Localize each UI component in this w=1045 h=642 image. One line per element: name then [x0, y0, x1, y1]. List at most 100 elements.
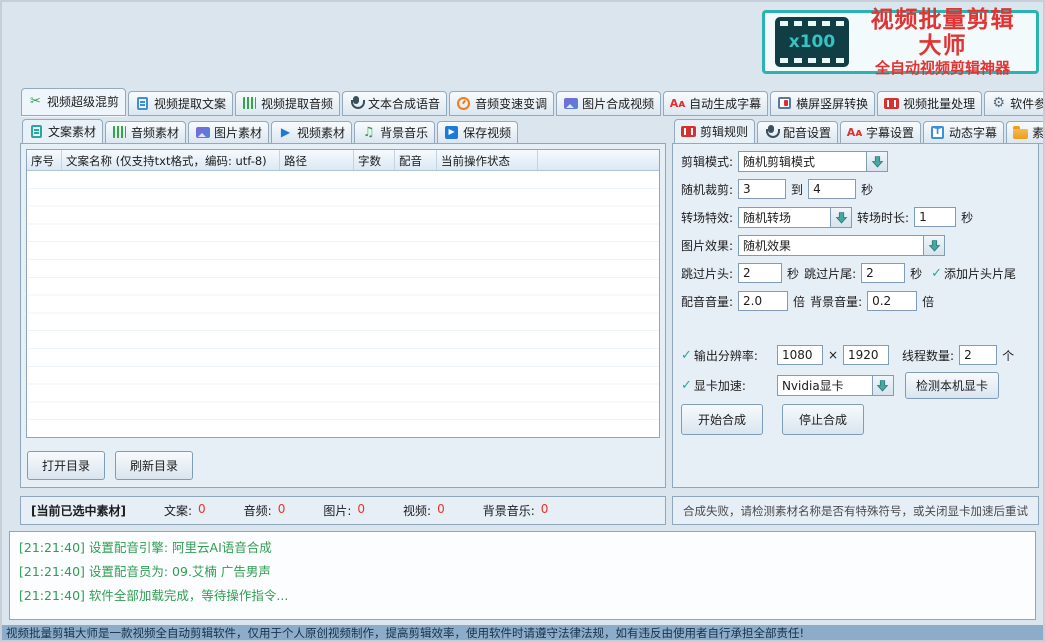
tab-video-super-mix[interactable]: ✂ 视频超级混剪: [21, 88, 126, 116]
resolution-label: 输出分辨率:: [694, 347, 758, 364]
filmstrip-x100-icon: x100: [775, 17, 849, 67]
subtab-label: 动态字幕: [949, 124, 997, 141]
tab-label: 音频变速变调: [475, 95, 547, 112]
tab-text-to-speech[interactable]: 文本合成语音: [342, 91, 447, 116]
chevron-down-icon[interactable]: [830, 207, 852, 228]
subtab-background-music[interactable]: ♫ 背景音乐: [354, 121, 435, 144]
tab-image-to-video[interactable]: 图片合成视频: [556, 91, 661, 116]
app-logo: x100 视频批量剪辑大师 全自动视频剪辑神器: [762, 10, 1039, 74]
settings-panel: 剪辑规则 配音设置 Aᴀ 字幕设置 T 动态字幕 素材目录 剪辑模式: 随机剪辑…: [672, 119, 1039, 488]
transition-duration-input[interactable]: [914, 207, 956, 227]
count-value: 0: [198, 502, 206, 519]
tab-video-extract-text[interactable]: 视频提取文案: [128, 91, 233, 116]
log-line: [21:21:40] 设置配音引擎: 阿里云AI语音合成: [19, 536, 1026, 560]
detect-gpu-button[interactable]: 检测本机显卡: [905, 372, 999, 399]
random-cut-from-input[interactable]: [738, 179, 786, 199]
app-subtitle: 全自动视频剪辑神器: [859, 60, 1026, 77]
play-icon: ▶: [278, 125, 293, 139]
add-headtail-checkbox[interactable]: ✓ 添加片头片尾: [931, 265, 1016, 282]
gpu-accel-checkbox[interactable]: ✓ 显卡加速:: [681, 377, 746, 394]
skip-head-input[interactable]: [738, 263, 782, 283]
subtab-audio-material[interactable]: 音频素材: [105, 121, 186, 144]
count-value: 0: [541, 502, 549, 519]
tab-software-settings[interactable]: ⚙ 软件参数设置: [984, 91, 1045, 116]
tab-auto-subtitle[interactable]: Aᴀ 自动生成字幕: [663, 91, 768, 116]
chevron-down-icon[interactable]: [923, 235, 945, 256]
skip-tail-label: 跳过片尾:: [804, 265, 856, 282]
transition-select[interactable]: 随机转场: [738, 207, 852, 228]
resolution-checkbox[interactable]: ✓ 输出分辨率:: [681, 347, 758, 364]
subtab-label: 字幕设置: [866, 124, 914, 141]
col-header-name[interactable]: 文案名称 (仅支持txt格式，编码: utf-8): [62, 150, 280, 170]
resolution-x: ×: [828, 348, 838, 362]
log-output[interactable]: [21:21:40] 设置配音引擎: 阿里云AI语音合成 [21:21:40] …: [9, 531, 1036, 620]
selected-materials-bar: [当前已选中素材] 文案: 0 音频: 0 图片: 0 视频: 0 背景音乐: …: [20, 496, 666, 525]
subtitle-aa-icon: Aᴀ: [847, 125, 862, 139]
col-header-index[interactable]: 序号: [27, 150, 62, 170]
waveform-icon: [243, 97, 256, 109]
gpu-select[interactable]: Nvidia显卡: [777, 375, 894, 396]
material-panel: 文案素材 音频素材 图片素材 ▶ 视频素材 ♫ 背景音乐 ▶ 保存视频 序号 文…: [20, 119, 666, 488]
picture-icon: [564, 98, 578, 109]
transition-duration-label: 转场时长:: [857, 209, 909, 226]
main-tab-bar: ✂ 视频超级混剪 视频提取文案 视频提取音频 文本合成语音 音频变速变调 图片合…: [21, 88, 1045, 116]
count-value: 0: [278, 502, 286, 519]
to-label: 到: [791, 181, 803, 198]
skip-tail-input[interactable]: [861, 263, 905, 283]
resolution-width-input[interactable]: [777, 345, 823, 365]
document-icon: [137, 97, 148, 110]
image-effect-label: 图片效果:: [681, 237, 733, 254]
col-header-status[interactable]: 当前操作状态: [437, 150, 538, 170]
tab-label: 视频批量处理: [903, 95, 975, 112]
tab-video-batch-process[interactable]: 视频批量处理: [877, 91, 982, 116]
count-label: 文案:: [164, 502, 192, 519]
random-cut-to-input[interactable]: [808, 179, 856, 199]
subtab-text-material[interactable]: 文案素材: [22, 119, 103, 144]
subtab-material-directory[interactable]: 素材目录: [1006, 121, 1045, 144]
seconds-unit: 秒: [910, 265, 922, 282]
tab-audio-speed-pitch[interactable]: 音频变速变调: [449, 91, 554, 116]
refresh-directory-button[interactable]: 刷新目录: [115, 451, 193, 480]
text-material-table: 序号 文案名称 (仅支持txt格式，编码: utf-8) 路径 字数 配音 当前…: [26, 149, 660, 438]
selected-count-audio: 音频: 0: [244, 502, 286, 519]
stop-compose-button[interactable]: 停止合成: [782, 404, 864, 435]
clip-mode-select[interactable]: 随机剪辑模式: [738, 151, 888, 172]
subtab-image-material[interactable]: 图片素材: [188, 121, 269, 144]
random-cut-label: 随机裁剪:: [681, 181, 733, 198]
threads-label: 线程数量:: [902, 347, 954, 364]
tab-label: 视频超级混剪: [47, 93, 119, 110]
start-compose-button[interactable]: 开始合成: [681, 404, 763, 435]
tab-orientation-convert[interactable]: 横屏竖屏转换: [770, 91, 875, 116]
subtab-label: 音频素材: [131, 124, 179, 141]
checkmark-icon: ✓: [681, 348, 692, 363]
open-directory-button[interactable]: 打开目录: [27, 451, 105, 480]
table-empty-rows[interactable]: [27, 171, 659, 437]
image-effect-select[interactable]: 随机效果: [738, 235, 945, 256]
bgm-volume-input[interactable]: [867, 291, 917, 311]
selected-count-bgm: 背景音乐: 0: [483, 502, 549, 519]
app-title: 视频批量剪辑大师: [859, 7, 1026, 60]
col-header-wordcount[interactable]: 字数: [354, 150, 395, 170]
col-header-extra: [538, 150, 659, 170]
subtab-subtitle-settings[interactable]: Aᴀ 字幕设置: [840, 121, 921, 144]
image-effect-value: 随机效果: [738, 235, 923, 256]
voice-volume-input[interactable]: [738, 291, 788, 311]
subtab-saved-video[interactable]: ▶ 保存视频: [437, 121, 518, 144]
subtab-voiceover-settings[interactable]: 配音设置: [757, 121, 838, 144]
times-unit: 倍: [793, 293, 805, 310]
resolution-height-input[interactable]: [843, 345, 889, 365]
selected-count-image: 图片: 0: [323, 502, 365, 519]
subtab-dynamic-subtitle[interactable]: T 动态字幕: [923, 121, 1004, 144]
col-header-path[interactable]: 路径: [280, 150, 354, 170]
subtitle-aa-icon: Aᴀ: [670, 96, 685, 110]
chevron-down-icon[interactable]: [866, 151, 888, 172]
threads-input[interactable]: [959, 345, 997, 365]
subtab-video-material[interactable]: ▶ 视频素材: [271, 121, 352, 144]
chevron-down-icon[interactable]: [872, 375, 894, 396]
checkmark-icon: ✓: [681, 378, 692, 393]
subtab-clip-rules[interactable]: 剪辑规则: [674, 119, 755, 144]
material-panel-body: 序号 文案名称 (仅支持txt格式，编码: utf-8) 路径 字数 配音 当前…: [20, 143, 666, 488]
voice-volume-label: 配音音量:: [681, 293, 733, 310]
tab-video-extract-audio[interactable]: 视频提取音频: [235, 91, 340, 116]
col-header-voiceover[interactable]: 配音: [395, 150, 437, 170]
